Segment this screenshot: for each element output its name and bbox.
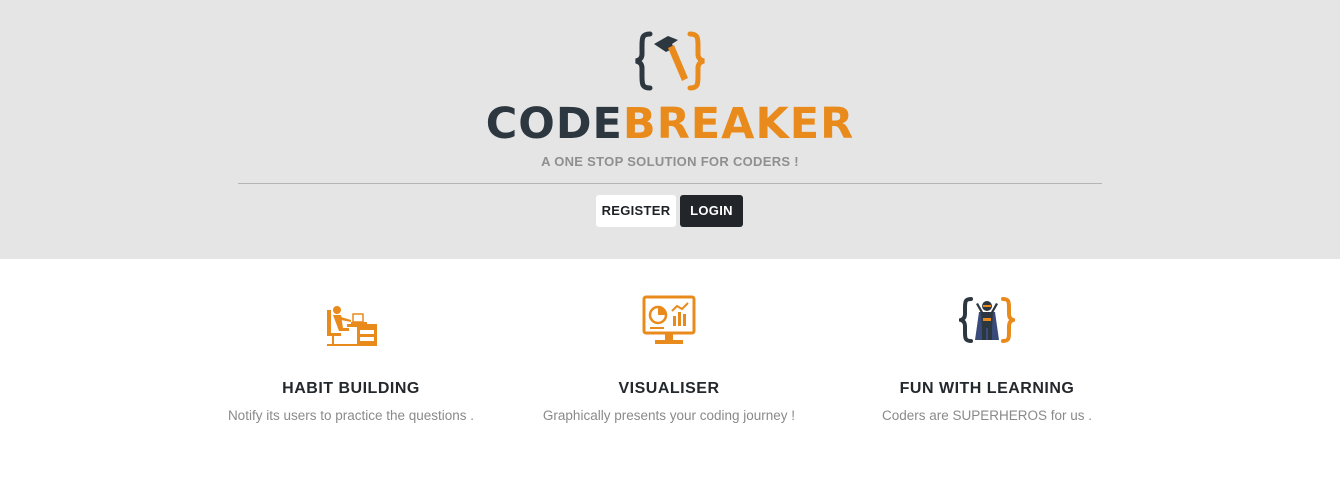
divider <box>238 183 1102 184</box>
feature-description: Coders are SUPERHEROS for us . <box>881 408 1093 423</box>
tagline: A ONE STOP SOLUTION FOR CODERS ! <box>541 154 799 169</box>
feature-title: HABIT BUILDING <box>282 380 420 397</box>
brand-title-breaker: BREAKER <box>622 99 855 149</box>
feature-habit-building: HABIT BUILDING Notify its users to pract… <box>201 300 501 423</box>
feature-description: Notify its users to practice the questio… <box>227 408 475 423</box>
login-button[interactable]: LOGIN <box>680 195 743 227</box>
brand-title-code: CODE <box>485 99 623 149</box>
register-button[interactable]: REGISTER <box>596 195 676 227</box>
logo-hammer-braces-icon <box>635 31 705 91</box>
hero-header: CODEBREAKER A ONE STOP SOLUTION FOR CODE… <box>0 0 1340 259</box>
superhero-braces-icon <box>959 297 1015 343</box>
feature-title: VISUALISER <box>618 380 720 397</box>
brand-title: CODEBREAKER <box>0 100 1340 148</box>
feature-title: FUN WITH LEARNING <box>899 380 1075 397</box>
feature-fun-with-learning: FUN WITH LEARNING Coders are SUPERHEROS … <box>837 297 1137 423</box>
feature-visualiser: VISUALISER Graphically presents your cod… <box>519 295 819 423</box>
feature-description: Graphically presents your coding journey… <box>542 408 796 423</box>
monitor-chart-icon <box>642 295 696 344</box>
desk-worker-icon <box>327 306 377 346</box>
